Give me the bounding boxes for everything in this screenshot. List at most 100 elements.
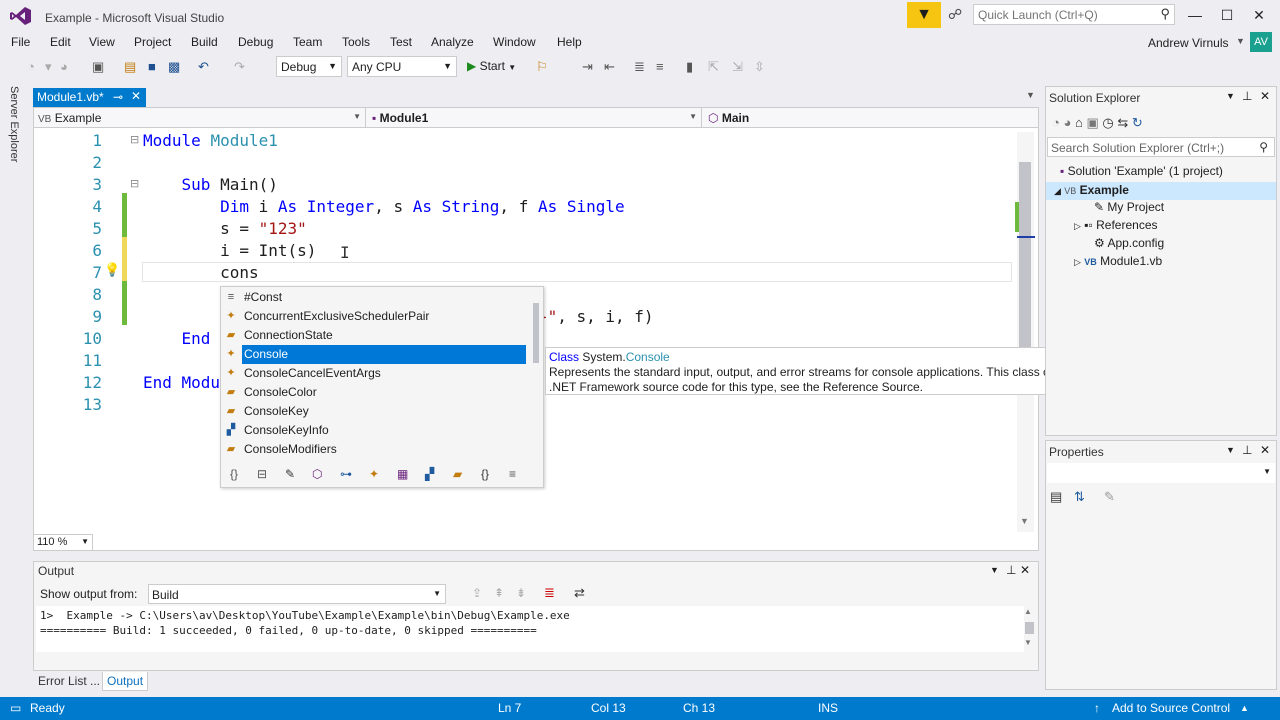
solution-configuration-dropdown[interactable]: Debug ▼ (276, 56, 342, 77)
save-all-icon[interactable]: ▩ (168, 59, 180, 75)
collapsed-icon[interactable]: ▷ (1074, 257, 1081, 267)
notification-flag-icon[interactable]: ▼ (907, 2, 941, 28)
bookmark-icon[interactable]: ▮ (686, 59, 693, 75)
keyword-filter-icon[interactable]: ≡ (509, 467, 516, 481)
user-name[interactable]: Andrew Virnuls (1148, 36, 1228, 50)
sync-icon[interactable]: ⇆ (1117, 115, 1128, 130)
menu-tools[interactable]: Tools (342, 35, 370, 49)
intellisense-completion-list[interactable]: ≡ #Const ✦ ConcurrentExclusiveSchedulerPair… (220, 286, 544, 488)
home-icon[interactable]: ⌂ (1075, 115, 1083, 130)
menu-test[interactable]: Test (390, 35, 412, 49)
back-icon[interactable]: ◔ (1052, 115, 1060, 130)
menu-view[interactable]: View (89, 35, 115, 49)
collapse-region-icon[interactable]: ⊟ (130, 133, 139, 146)
completion-item[interactable]: ✦ Console (221, 345, 527, 364)
quick-launch[interactable]: ⚲ (973, 4, 1175, 25)
completion-item[interactable]: ≡ #Const (221, 288, 527, 307)
maximize-button[interactable]: ☐ (1212, 4, 1242, 26)
collapsed-icon[interactable]: ▷ (1074, 221, 1081, 231)
undo-icon[interactable]: ↶ (198, 59, 209, 75)
close-icon[interactable]: ✕ (1260, 443, 1270, 457)
enum-filter-icon[interactable]: ▰ (453, 467, 462, 481)
categorized-icon[interactable]: ▤ (1050, 489, 1062, 505)
tree-item-module1[interactable]: ▷ VB Module1.vb (1074, 254, 1162, 268)
chevron-down-icon[interactable]: ▾ (45, 59, 52, 75)
pin-icon[interactable]: ⊥ (1242, 89, 1252, 103)
tree-item-project[interactable]: ◢ VB Example (1046, 182, 1276, 200)
type-dropdown[interactable]: ▪ Module1 ▼ (368, 108, 702, 128)
chevron-down-icon[interactable]: ▼ (1236, 36, 1245, 46)
code-line[interactable]: Sub Main() (143, 175, 278, 194)
chevron-down-icon[interactable]: ▼ (1226, 91, 1235, 101)
completion-item[interactable]: ▞ ConsoleKeyInfo (221, 421, 527, 440)
step-into-icon[interactable]: ⇥ (582, 59, 593, 75)
completion-item[interactable]: ▰ ConsoleKey (221, 402, 527, 421)
comment-out-icon[interactable]: ≣ (634, 59, 645, 75)
member-dropdown[interactable]: ⬡ Main (704, 108, 1038, 128)
output-source-dropdown[interactable]: Build ▼ (148, 584, 446, 604)
tree-item-solution[interactable]: ▪ Solution 'Example' (1 project) (1060, 164, 1223, 178)
struct-filter-icon[interactable]: ▞ (425, 467, 434, 481)
prev-message-icon[interactable]: ⇞ (494, 586, 504, 600)
pin-icon[interactable]: ⊥ (1006, 563, 1016, 577)
tree-item-my-project[interactable]: ✎ My Project (1094, 200, 1164, 214)
method-filter-icon[interactable]: ⬡ (312, 467, 322, 481)
close-icon[interactable]: ✕ (1020, 563, 1030, 577)
scrollbar-thumb[interactable] (533, 303, 539, 363)
pending-changes-icon[interactable]: ◷ (1102, 115, 1113, 130)
feedback-icon[interactable]: ☍ (948, 6, 962, 23)
navigate-back-icon[interactable]: ◔ (27, 59, 35, 75)
save-icon[interactable]: ■ (148, 59, 156, 75)
next-message-icon[interactable]: ⇟ (516, 586, 526, 600)
menu-project[interactable]: Project (134, 35, 171, 49)
tab-error-list[interactable]: Error List ... (34, 672, 104, 690)
clear-bookmarks-icon[interactable]: ⇳ (754, 59, 765, 75)
completion-scrollbar[interactable] (531, 289, 541, 461)
menu-analyze[interactable]: Analyze (431, 35, 474, 49)
menu-debug[interactable]: Debug (238, 35, 273, 49)
namespace-filter-icon[interactable]: {} (230, 467, 238, 481)
scroll-down-icon[interactable]: ▼ (1020, 516, 1029, 526)
solution-platform-dropdown[interactable]: Any CPU ▼ (347, 56, 457, 77)
new-project-icon[interactable]: ▣ (92, 59, 104, 75)
tree-item-app-config[interactable]: ⚙ App.config (1094, 236, 1164, 250)
forward-icon[interactable]: ◕ (1063, 115, 1071, 130)
close-window-button[interactable]: ✕ (1244, 4, 1274, 26)
menu-file[interactable]: File (11, 35, 30, 49)
tab-output[interactable]: Output (102, 672, 149, 691)
zoom-level-dropdown[interactable]: 110 % ▼ (33, 534, 93, 551)
prev-bookmark-icon[interactable]: ⇱ (708, 59, 719, 75)
output-scrollbar[interactable]: ▲ ▼ (1024, 607, 1038, 652)
class-filter-icon[interactable]: ✦ (369, 467, 379, 481)
upload-icon[interactable]: ↑ (1094, 701, 1100, 715)
minimize-button[interactable]: — (1180, 4, 1210, 26)
pin-icon[interactable]: ⊥ (1242, 443, 1252, 457)
module-filter-icon[interactable]: ⊟ (257, 467, 267, 481)
switch-views-icon[interactable]: ▣ (1086, 115, 1098, 130)
chevron-down-icon[interactable]: ▼ (990, 565, 999, 575)
redo-icon[interactable]: ↷ (234, 59, 245, 75)
menu-team[interactable]: Team (293, 35, 322, 49)
object-selector-dropdown[interactable]: ▼ (1047, 463, 1275, 483)
code-line[interactable]: s = "123" (143, 219, 307, 238)
code-line[interactable]: i = Int(s) (143, 241, 316, 260)
menu-edit[interactable]: Edit (50, 35, 71, 49)
pin-icon[interactable]: ⊸ (113, 90, 123, 104)
scroll-up-icon[interactable]: ▲ (1024, 607, 1032, 616)
completion-item[interactable]: ✦ ConcurrentExclusiveSchedulerPair (221, 307, 527, 326)
code-line[interactable]: End Modu (143, 373, 220, 392)
code-line[interactable]: Dim i As Integer, s As String, f As Sing… (143, 197, 625, 216)
code-line[interactable]: End (143, 329, 211, 348)
menu-window[interactable]: Window (493, 35, 536, 49)
interface-filter-icon[interactable]: ⊶ (340, 467, 352, 481)
lightbulb-icon[interactable]: 💡 (104, 263, 120, 278)
alphabetical-icon[interactable]: ⇅ (1074, 489, 1085, 505)
quick-launch-input[interactable] (974, 5, 1154, 24)
next-bookmark-icon[interactable]: ⇲ (732, 59, 743, 75)
completion-item[interactable]: ✦ ConsoleCancelEventArgs (221, 364, 527, 383)
property-pages-icon[interactable]: ✎ (1104, 489, 1115, 505)
chevron-down-icon[interactable]: ▼ (1226, 445, 1235, 455)
property-filter-icon[interactable]: ✎ (285, 467, 295, 481)
menu-build[interactable]: Build (191, 35, 218, 49)
clear-all-icon[interactable]: ≣ (544, 585, 555, 601)
